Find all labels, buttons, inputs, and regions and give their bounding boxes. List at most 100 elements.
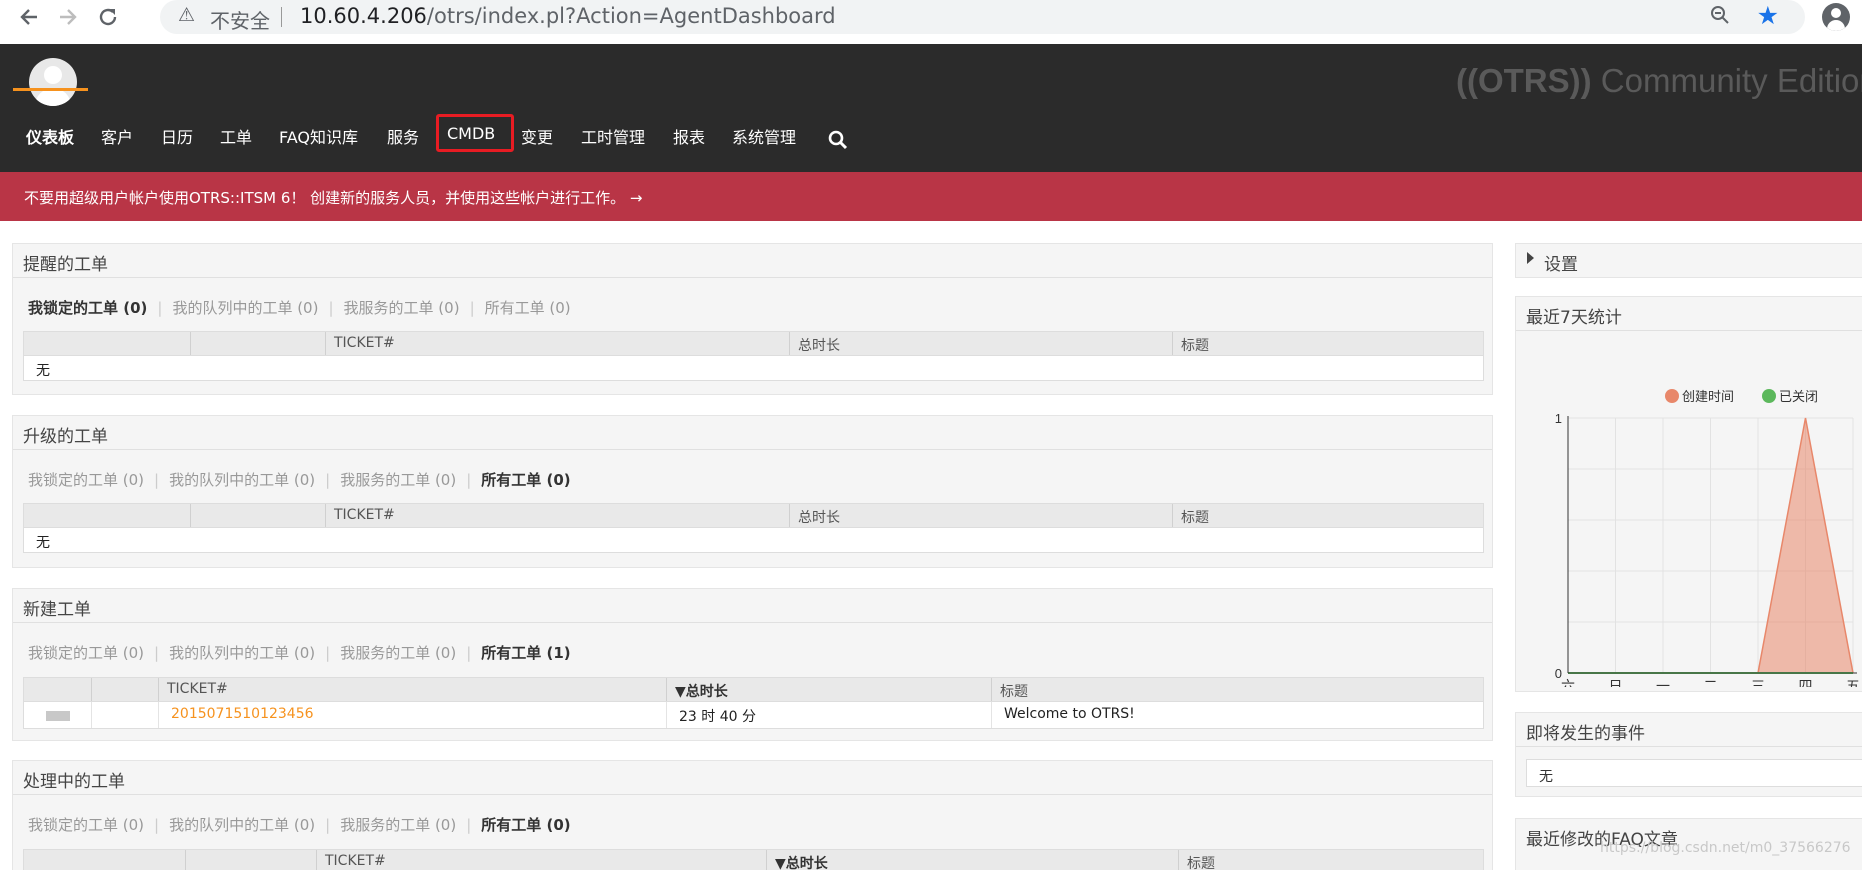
widget-title[interactable]: 新建工单 [13,589,1492,623]
settings-panel[interactable]: 设置 [1515,243,1862,278]
col-age[interactable]: 总时长 [789,504,1172,527]
tab-locked[interactable]: 我锁定的工单 (0) [28,471,144,489]
tab-my-queues[interactable]: 我的队列中的工单 (0) [172,299,318,317]
avatar[interactable] [29,58,77,106]
nav-change[interactable]: 变更 [521,124,553,148]
nav-calendar[interactable]: 日历 [161,124,193,148]
table-header: TICKET# 总时长 标题 [24,504,1483,528]
col-header[interactable] [190,332,325,355]
empty-text: 无 [36,363,50,379]
nav-reports[interactable]: 报表 [673,124,705,148]
col-header[interactable] [190,504,325,527]
tab-locked[interactable]: 我锁定的工单 (0) [28,644,144,662]
otrs-header: ((OTRS)) Community Edition 仪表板 客户 日历 工单 … [0,44,1862,172]
x-tick-label: 日 [1609,679,1623,687]
ticket-table: TICKET# ▼总时长 标题 2015071510123456 23 时 40… [23,677,1484,729]
age-cell: 23 时 40 分 [666,702,991,728]
col-ticket-number[interactable]: TICKET# [158,678,666,701]
superuser-alert[interactable]: 不要用超级用户帐户使用OTRS::ITSM 6！ 创建新的服务人员，并使用这些帐… [0,172,1862,221]
browser-toolbar: ⚠ 不安全 10.60.4.206/otrs/index.pl?Action=A… [0,0,1862,37]
url-path: /otrs/index.pl?Action=AgentDashboard [426,4,836,28]
tab-my-queues[interactable]: 我的队列中的工单 (0) [169,816,315,834]
tab-all[interactable]: 所有工单 (1) [481,644,570,662]
reload-button[interactable] [93,2,123,32]
col-header[interactable] [91,678,158,701]
tab-all[interactable]: 所有工单 (0) [485,299,571,317]
logo-brand: ((OTRS)) [1456,62,1592,99]
tab-all[interactable]: 所有工单 (0) [481,471,570,489]
col-header[interactable] [24,850,185,870]
col-header[interactable] [24,332,190,355]
insecure-label: 不安全 [210,9,270,33]
back-button[interactable] [14,2,44,32]
filter-tabs: 我锁定的工单 (0) | 我的队列中的工单 (0) | 我服务的工单 (0) | 所有工单 … [28,644,571,662]
widget-title[interactable]: 处理中的工单 [13,761,1492,795]
widget-escalated-tickets: 升级的工单 我锁定的工单 (0) | 我的队列中的工单 (0) | 我服务的工单 (0)… [12,415,1493,568]
nav-dashboard[interactable]: 仪表板 [26,124,74,148]
tab-locked[interactable]: 我锁定的工单 (0) [28,816,144,834]
col-age[interactable]: 总时长 [789,332,1172,355]
priority-cell [24,702,91,728]
ticket-link[interactable]: 2015071510123456 [171,706,314,722]
stats-chart: 01六日一二三四五 创建时间 已关闭 [1516,332,1862,695]
col-ticket-number[interactable]: TICKET# [325,504,789,527]
col-age-sorted[interactable]: ▼总时长 [666,678,991,701]
tab-locked[interactable]: 我锁定的工单 (0) [28,299,147,317]
widget-reminder-tickets: 提醒的工单 我锁定的工单 (0) | 我的队列中的工单 (0) | 我服务的工单 (0)… [12,243,1493,395]
table-row[interactable]: 2015071510123456 23 时 40 分 Welcome to OT… [24,702,1483,728]
alert-text[interactable]: 不要用超级用户帐户使用OTRS::ITSM 6！ 创建新的服务人员，并使用这些帐… [24,187,643,208]
col-header[interactable] [24,504,190,527]
col-title[interactable]: 标题 [1172,332,1485,355]
col-header[interactable] [185,850,316,870]
col-header[interactable] [24,678,91,701]
watermark: https://blog.csdn.net/m0_37566276 [1600,840,1851,856]
col-age-sorted[interactable]: ▼总时长 [766,850,1178,870]
nav-service[interactable]: 服务 [387,124,419,148]
arrow-left-icon [20,9,37,25]
col-title[interactable]: 标题 [1178,850,1485,870]
x-tick-label: 六 [1561,679,1575,687]
upcoming-title[interactable]: 即将发生的事件 [1516,713,1862,747]
settings-toggle[interactable]: 设置 [1516,244,1862,278]
url-host: 10.60.4.206 [300,4,427,28]
tab-my-services[interactable]: 我服务的工单 (0) [340,816,456,834]
tab-my-queues[interactable]: 我的队列中的工单 (0) [169,644,315,662]
tab-all[interactable]: 所有工单 (0) [481,816,570,834]
tab-my-queues[interactable]: 我的队列中的工单 (0) [169,471,315,489]
legend-label: 创建时间 [1682,390,1734,405]
upcoming-empty: 无 [1526,759,1862,787]
tab-my-services[interactable]: 我服务的工单 (0) [340,644,456,662]
bookmark-star-icon[interactable]: ★ [1757,2,1779,30]
legend-label: 已关闭 [1779,390,1818,405]
search-icon[interactable] [828,130,848,150]
priority-indicator [46,711,70,721]
stats-title[interactable]: 最近7天统计 [1516,297,1862,331]
zoom-icon[interactable] [1710,5,1730,25]
empty-text: 无 [36,535,50,551]
upcoming-events-widget: 即将发生的事件 无 [1515,712,1862,797]
warning-icon[interactable]: ⚠ [178,4,195,26]
col-ticket-number[interactable]: TICKET# [316,850,766,870]
nav-tickets[interactable]: 工单 [220,124,252,148]
ticket-number-cell: 2015071510123456 [158,702,666,728]
col-title[interactable]: 标题 [991,678,1485,701]
widget-new-tickets: 新建工单 我锁定的工单 (0) | 我的队列中的工单 (0) | 我服务的工单 (0) |… [12,588,1493,741]
nav-customers[interactable]: 客户 [101,124,133,148]
url-text[interactable]: 10.60.4.206/otrs/index.pl?Action=AgentDa… [300,4,836,28]
widget-title[interactable]: 提醒的工单 [13,244,1492,278]
filter-tabs: 我锁定的工单 (0) | 我的队列中的工单 (0) | 我服务的工单 (0) | 所有工单 … [28,471,571,489]
tab-my-services[interactable]: 我服务的工单 (0) [344,299,460,317]
settings-label: 设置 [1544,255,1578,275]
nav-faq[interactable]: FAQ知识库 [279,124,358,148]
address-bar[interactable]: ⚠ 不安全 10.60.4.206/otrs/index.pl?Action=A… [160,0,1805,34]
filter-tabs: 我锁定的工单 (0) | 我的队列中的工单 (0) | 我服务的工单 (0) | 所有工单 … [28,299,571,317]
forward-button[interactable] [53,2,83,32]
nav-admin[interactable]: 系统管理 [732,124,796,148]
profile-icon[interactable] [1822,3,1850,31]
col-title[interactable]: 标题 [1172,504,1485,527]
tab-my-services[interactable]: 我服务的工单 (0) [340,471,456,489]
col-ticket-number[interactable]: TICKET# [325,332,789,355]
widget-title[interactable]: 升级的工单 [13,416,1492,450]
nav-timeaccounting[interactable]: 工时管理 [581,124,645,148]
legend-swatch [1762,389,1776,403]
